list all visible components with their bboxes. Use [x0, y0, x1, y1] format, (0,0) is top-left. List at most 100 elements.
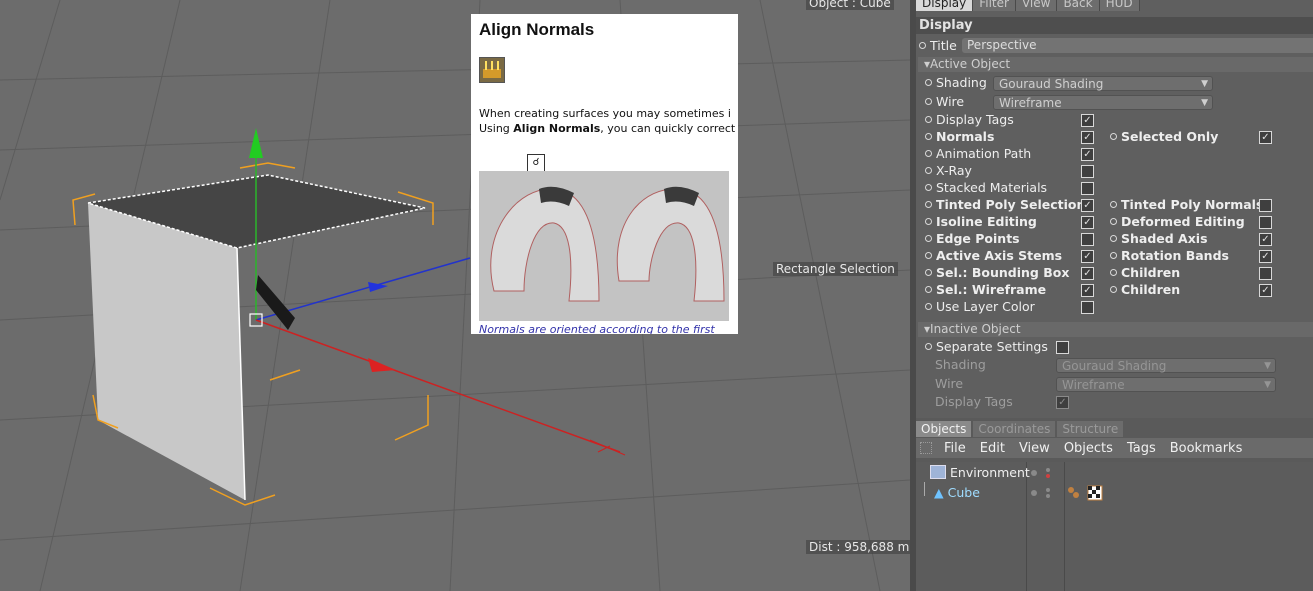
help-text: When creating surfaces you may sometimes… — [479, 106, 738, 136]
tab-structure[interactable]: Structure — [1057, 421, 1124, 437]
sel-bounding-box-checkbox[interactable]: ✓ — [1081, 267, 1094, 280]
separate-settings-checkbox[interactable] — [1056, 341, 1069, 354]
help-caption[interactable]: Normals are oriented according to the fi… — [479, 323, 715, 334]
menu-bookmarks[interactable]: Bookmarks — [1170, 441, 1243, 456]
active-object-head[interactable]: ▾Active Object — [918, 57, 1313, 72]
sel-wireframe-checkbox[interactable]: ✓ — [1081, 284, 1094, 297]
selected-only-row: Selected Only — [1110, 128, 1218, 145]
viewport-canvas[interactable] — [0, 0, 910, 591]
stacked-materials-row: Stacked Materials — [925, 179, 1047, 196]
inactive-shading-label: Shading — [935, 357, 986, 372]
inactive-display-tags-label: Display Tags — [935, 394, 1013, 409]
display-tags-row: Display Tags — [925, 111, 1014, 128]
dropdown-arrow-icon: ▼ — [1201, 98, 1208, 108]
menu-edit[interactable]: Edit — [980, 441, 1005, 456]
edge-points-row: Edge Points — [925, 230, 1020, 247]
use-layer-color-row: Use Layer Color — [925, 298, 1035, 315]
menu-file[interactable]: File — [944, 441, 966, 456]
tab-view[interactable]: View — [1015, 0, 1058, 11]
rotation-bands-row: Rotation Bands — [1110, 247, 1229, 264]
animation-path-row: Animation Path — [925, 145, 1031, 162]
active-axis-stems-checkbox[interactable]: ✓ — [1081, 250, 1094, 263]
menu-view[interactable]: View — [1019, 441, 1050, 456]
dropdown-arrow-icon: ▼ — [1264, 380, 1271, 390]
normals-row: Normals — [925, 128, 994, 145]
rotation-bands-checkbox[interactable]: ✓ — [1259, 250, 1272, 263]
use-layer-color-checkbox[interactable] — [1081, 301, 1094, 314]
visibility-dots[interactable] — [1028, 466, 1064, 506]
grip-icon[interactable] — [920, 442, 932, 454]
children-row-2: Children — [1110, 281, 1180, 298]
tag-icons[interactable] — [1066, 484, 1106, 502]
isoline-editing-row: Isoline Editing — [925, 213, 1037, 230]
shaded-axis-row: Shaded Axis — [1110, 230, 1208, 247]
animation-path-checkbox[interactable]: ✓ — [1081, 148, 1094, 161]
attributes-panel: Display Filter View Back HUD Display Tit… — [916, 0, 1313, 418]
children-checkbox-1[interactable] — [1259, 267, 1272, 280]
x-axis-arrow[interactable] — [368, 358, 396, 372]
tab-coordinates[interactable]: Coordinates — [973, 421, 1056, 437]
environment-icon — [930, 465, 946, 479]
shaded-axis-checkbox[interactable]: ✓ — [1259, 233, 1272, 246]
tab-objects[interactable]: Objects — [916, 421, 972, 437]
inactive-wire-dropdown: Wireframe ▼ — [1056, 377, 1276, 392]
children-row-1: Children — [1110, 264, 1180, 281]
tinted-poly-selection-row: Tinted Poly Selection — [925, 196, 1085, 213]
list-item[interactable]: ▲ Cube — [934, 484, 980, 502]
wire-dropdown[interactable]: Wireframe ▼ — [993, 95, 1213, 110]
shading-dropdown[interactable]: Gouraud Shading ▼ — [993, 76, 1213, 91]
cube-icon: ▲ — [934, 485, 944, 500]
attributes-tabs: Display Filter View Back HUD — [916, 0, 1140, 14]
display-section-head: Display — [916, 17, 1313, 34]
inactive-display-tags-checkbox: ✓ — [1056, 396, 1069, 409]
wire-row: Wire — [925, 93, 964, 110]
display-tags-checkbox[interactable]: ✓ — [1081, 114, 1094, 127]
magnify-icon[interactable]: ☌ — [527, 154, 545, 172]
object-manager-menu: File Edit View Objects Tags Bookmarks — [916, 438, 1313, 458]
children-checkbox-2[interactable]: ✓ — [1259, 284, 1272, 297]
sel-bounding-box-row: Sel.: Bounding Box — [925, 264, 1069, 281]
selected-only-checkbox[interactable]: ✓ — [1259, 131, 1272, 144]
deformed-editing-checkbox[interactable] — [1259, 216, 1272, 229]
sel-wireframe-row: Sel.: Wireframe — [925, 281, 1046, 298]
dropdown-arrow-icon: ▼ — [1264, 361, 1271, 371]
stacked-materials-checkbox[interactable] — [1081, 182, 1094, 195]
object-label: Object : Cube — [806, 0, 894, 10]
help-text-line1: When creating surfaces you may sometimes… — [479, 107, 731, 120]
rectangle-selection-label: Rectangle Selection — [773, 262, 898, 276]
object-manager: Objects Coordinates Structure File Edit … — [916, 418, 1313, 591]
inactive-object-head[interactable]: ▾Inactive Object — [918, 322, 1313, 337]
shading-row: Shading — [925, 74, 987, 91]
inactive-wire-label: Wire — [935, 376, 964, 391]
tinted-poly-normals-checkbox[interactable] — [1259, 199, 1272, 212]
edge-points-checkbox[interactable] — [1081, 233, 1094, 246]
distance-readout: Dist : 958,688 m — [806, 540, 910, 554]
isoline-editing-checkbox[interactable]: ✓ — [1081, 216, 1094, 229]
tab-back[interactable]: Back — [1057, 0, 1100, 11]
title-row: Title — [919, 37, 957, 54]
list-item[interactable]: Environment — [930, 464, 1030, 482]
xray-checkbox[interactable] — [1081, 165, 1094, 178]
tab-display[interactable]: Display — [916, 0, 974, 11]
tab-hud[interactable]: HUD — [1099, 0, 1140, 11]
normals-checkbox[interactable]: ✓ — [1081, 131, 1094, 144]
separate-settings-row: Separate Settings — [925, 338, 1048, 355]
menu-objects[interactable]: Objects — [1064, 441, 1113, 456]
align-normals-icon — [479, 57, 505, 83]
y-axis-arrow[interactable] — [249, 128, 263, 158]
dropdown-arrow-icon: ▼ — [1201, 79, 1208, 89]
tinted-poly-normals-row: Tinted Poly Normals — [1110, 196, 1263, 213]
tinted-poly-selection-checkbox[interactable]: ✓ — [1081, 199, 1094, 212]
menu-tags[interactable]: Tags — [1127, 441, 1156, 456]
help-text-line2: Using Align Normals, you can quickly cor… — [479, 122, 738, 135]
viewport-3d[interactable]: Object : Cube Rectangle Selection Dist :… — [0, 0, 910, 591]
help-title: Align Normals — [479, 20, 595, 39]
object-manager-tabs: Objects Coordinates Structure — [916, 421, 1125, 437]
help-popup: Align Normals When creating surfaces you… — [471, 14, 738, 334]
z-axis-arrow[interactable] — [368, 282, 388, 292]
tab-filter[interactable]: Filter — [973, 0, 1016, 11]
active-axis-stems-row: Active Axis Stems — [925, 247, 1062, 264]
xray-row: X-Ray — [925, 162, 972, 179]
title-field[interactable]: Perspective — [962, 38, 1313, 53]
inactive-shading-dropdown: Gouraud Shading ▼ — [1056, 358, 1276, 373]
